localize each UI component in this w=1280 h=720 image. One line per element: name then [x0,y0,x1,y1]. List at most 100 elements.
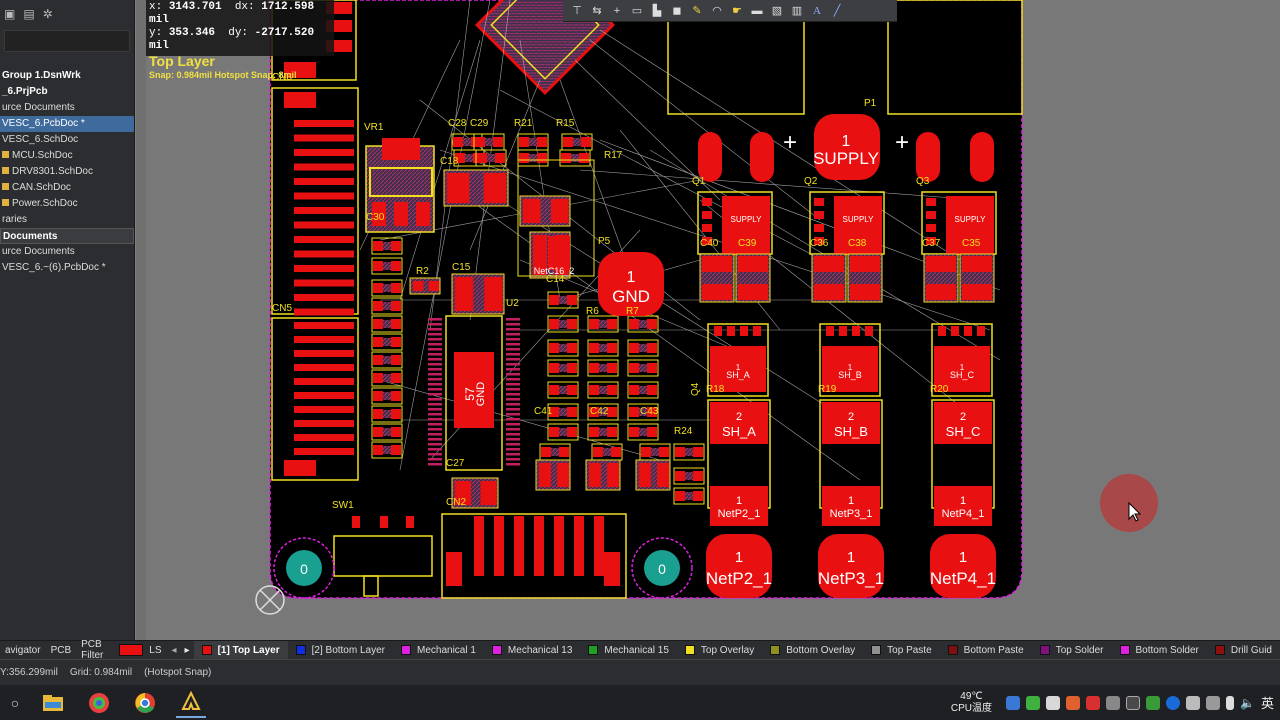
layer-color-swatch [1214,645,1225,655]
panel-tab-pcb-filter[interactable]: PCB Filter [76,639,111,661]
layer-tab[interactable]: Bottom Overlay [762,641,863,660]
layer-set-button[interactable]: LS [119,644,167,656]
tray-app-icon[interactable] [1066,695,1081,710]
layer-tab[interactable]: Mechanical 15 [580,641,676,660]
component-icon[interactable]: ▙ [649,3,665,19]
projects-toolbar: ▣ ▤ ✲ [0,0,134,28]
label-c42: C42 [590,406,609,417]
filter-icon[interactable]: ⊤ [569,3,585,19]
project-tree-item[interactable]: Group 1.DsnWrk [0,68,134,84]
layer-tab[interactable]: Top Overlay [677,641,762,660]
color-app-icon[interactable] [84,688,114,718]
volume-icon[interactable]: 🔈 [1240,696,1255,710]
label-vr1: VR1 [364,122,384,133]
place-pad-icon[interactable]: ◼ [669,3,685,19]
label-q3: Q3 [916,176,930,187]
project-tree: Group 1.DsnWrk _6.PrjPcb urce Documents VES… [0,68,134,276]
layer-tab[interactable]: Top Solder [1032,641,1112,660]
panel-tab-navigator[interactable]: avigator [0,645,46,656]
probe-icon[interactable]: ☛ [729,3,745,19]
layer-tab[interactable]: Mechanical 1 [393,641,484,660]
tray-app-icon[interactable] [1126,695,1141,710]
start-icon[interactable]: ○ [8,688,22,718]
wifi-icon[interactable] [1206,695,1221,710]
project-tree-item[interactable]: VESC_6.~(6).PcbDoc * [0,260,134,276]
gear-icon[interactable]: ✲ [43,7,53,21]
route-icon[interactable]: ⇆ [589,3,605,19]
project-tree-item[interactable]: VESC_6.SchDoc [0,132,134,148]
layer-set-label: LS [149,644,162,656]
tray-app-icon[interactable] [1106,695,1121,710]
draw-icon[interactable]: ✎ [689,3,705,19]
label-p1: P1 [864,98,877,109]
network-icon[interactable] [1186,695,1201,710]
label-r7: R7 [626,306,639,317]
file-explorer-icon[interactable] [38,688,68,718]
panel-splitter[interactable] [136,0,146,640]
project-tree-item[interactable]: Documents [0,228,134,244]
tray-app-icon[interactable] [1086,695,1101,710]
save-icon[interactable]: ▣ [4,7,15,21]
copper-fill-icon[interactable]: ▬ [749,3,765,19]
pcb-canvas[interactable]: CN3 CN5 VR1 SW1 CN2 U2 P1 P5 Q1 Q2 Q3 Q4… [146,0,1280,640]
layer-tab[interactable]: [2] Bottom Layer [288,641,393,660]
line-icon[interactable]: ╱ [829,3,845,19]
layer-tab[interactable]: Top Paste [863,641,939,660]
project-tree-item[interactable]: Power.SchDoc [0,196,134,212]
cross-icon[interactable]: + [609,3,625,19]
layer-tab-label: Bottom Solder [1135,644,1199,656]
chrome-icon[interactable] [130,688,160,718]
shunt-pad2-net: NetP3_1 [830,508,873,520]
p5-pad-number: 1 [627,269,636,286]
project-tree-item-label: DRV8301.SchDoc [12,166,93,177]
label-r2: R2 [416,266,429,277]
chart-icon[interactable]: ▥ [789,3,805,19]
status-grid: Grid: 0.984mil [69,667,133,678]
project-tree-item[interactable]: urce Documents [0,100,134,116]
bluetooth-icon[interactable] [1166,695,1181,710]
label-cn2: CN2 [446,497,466,508]
current-layer-swatch [119,644,144,656]
tray-app-icon[interactable] [1026,695,1041,710]
project-tree-item[interactable]: urce Documents [0,244,134,260]
layer-tab-label: Bottom Paste [963,644,1024,656]
layer-tab[interactable]: Bottom Paste [940,641,1032,660]
project-tree-item[interactable]: CAN.SchDoc [0,180,134,196]
layer-tab-label: Bottom Overlay [786,644,856,656]
layer-tab[interactable]: [1] Top Layer [193,640,288,660]
mouse-pointer-icon [1128,501,1142,522]
project-tree-item[interactable]: raries [0,212,134,228]
tray-app-icon[interactable] [1046,695,1061,710]
label-p5: P5 [598,236,611,247]
hole-right-label: 0 [658,561,666,577]
arc-icon[interactable]: ◠ [709,3,725,19]
folder-icon[interactable]: ▤ [23,7,34,21]
scroll-right-icon[interactable]: ▸ [185,645,190,656]
layer-tab[interactable]: Bottom Solder [1112,641,1207,660]
windows-taskbar: ○ 49℃ CPU温度 🔈 英 [0,685,1280,720]
project-tree-item[interactable]: MCU.SchDoc [0,148,134,164]
project-tree-item[interactable]: DRV8301.SchDoc [0,164,134,180]
altium-icon[interactable] [176,688,206,718]
project-tree-item-label: urce Documents [2,246,75,257]
project-tree-item[interactable]: _6.PrjPcb [0,84,134,100]
current-layer: Top Layer [149,53,215,69]
select-rect-icon[interactable]: ▭ [629,3,645,19]
cursor-highlight [1100,474,1158,532]
panel-tab-pcb[interactable]: PCB [46,645,77,656]
ime-indicator[interactable]: 英 [1261,693,1274,712]
tray-app-icon[interactable] [1146,695,1161,710]
label-r6: R6 [586,306,599,317]
projects-search-input[interactable] [4,30,130,52]
project-tree-item[interactable]: VESC_6.PcbDoc * [0,116,134,132]
layer-tab[interactable]: Drill Guid [1207,641,1280,660]
layer-tab[interactable]: Mechanical 13 [484,641,580,660]
text-icon[interactable]: A [809,3,825,19]
layer-tab-label: Mechanical 15 [604,644,669,656]
scroll-left-icon[interactable]: ◂ [172,645,177,656]
polygon-icon[interactable]: ▧ [769,3,785,19]
y-label: y: [149,27,163,39]
usb-icon[interactable] [1226,695,1235,710]
label-c27: C27 [446,458,465,469]
tray-app-icon[interactable] [1006,695,1021,710]
